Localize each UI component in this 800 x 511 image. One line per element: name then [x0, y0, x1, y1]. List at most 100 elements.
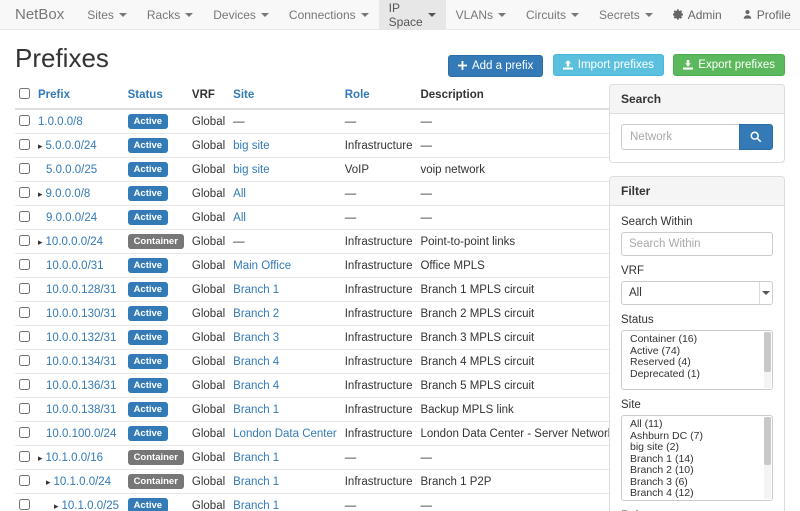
brand-logo[interactable]: NetBox — [0, 0, 77, 29]
row-select-cell — [15, 302, 34, 326]
row-checkbox[interactable] — [19, 259, 30, 270]
row-checkbox[interactable] — [19, 211, 30, 222]
row-checkbox[interactable] — [19, 379, 30, 390]
nav-item-circuits[interactable]: Circuits — [516, 0, 589, 29]
filter-option[interactable]: Branch 4 (12) — [622, 488, 772, 500]
prefix-link[interactable]: 10.0.0.138/31 — [46, 404, 116, 416]
site-link[interactable]: big site — [233, 140, 269, 152]
chevron-down-icon — [119, 13, 127, 17]
prefix-link[interactable]: 5.0.0.0/25 — [46, 164, 97, 176]
nav-item-vlans[interactable]: VLANs — [446, 0, 516, 29]
filter-option[interactable]: Reserved (4) — [622, 357, 772, 369]
row-checkbox[interactable] — [19, 283, 30, 294]
site-link[interactable]: Branch 1 — [233, 476, 279, 488]
filter-option[interactable]: Branch 5 (7) — [622, 500, 772, 502]
vrf-select[interactable]: All — [621, 281, 773, 305]
prefix-link[interactable]: 9.0.0.0/24 — [46, 212, 97, 224]
nav-item-connections[interactable]: Connections — [279, 0, 379, 29]
site-link[interactable]: Branch 2 — [233, 308, 279, 320]
site-link[interactable]: All — [233, 188, 246, 200]
sort-header-prefix[interactable]: Prefix — [38, 89, 70, 101]
row-checkbox[interactable] — [19, 427, 30, 438]
site-link[interactable]: Branch 1 — [233, 284, 279, 296]
add-prefix-button[interactable]: Add a prefix — [448, 55, 543, 77]
prefix-link[interactable]: 10.0.0.134/31 — [46, 356, 116, 368]
site-cell: Branch 1 — [229, 494, 341, 511]
site-link[interactable]: London Data Center — [233, 428, 337, 440]
filter-option[interactable]: Container (16) — [622, 334, 772, 346]
nav-item-ip-space[interactable]: IP Space — [379, 0, 446, 29]
site-cell: Branch 1 — [229, 470, 341, 494]
search-within-input[interactable] — [621, 232, 773, 256]
row-checkbox[interactable] — [19, 475, 30, 486]
row-checkbox[interactable] — [19, 115, 30, 126]
site-link[interactable]: Branch 1 — [233, 404, 279, 416]
prefix-link[interactable]: 10.0.0.0/24 — [46, 236, 104, 248]
admin-link[interactable]: Admin — [663, 0, 732, 29]
row-checkbox[interactable] — [19, 499, 30, 510]
row-checkbox[interactable] — [19, 235, 30, 246]
nav-item-racks[interactable]: Racks — [137, 0, 203, 29]
prefix-link[interactable]: 10.0.0.136/31 — [46, 380, 116, 392]
row-checkbox[interactable] — [19, 139, 30, 150]
import-icon — [563, 60, 573, 70]
nav-item-secrets[interactable]: Secrets — [589, 0, 663, 29]
prefix-link[interactable]: 10.0.100.0/24 — [46, 428, 116, 440]
row-checkbox[interactable] — [19, 451, 30, 462]
prefix-link[interactable]: 10.0.0.130/31 — [46, 308, 116, 320]
scrollbar[interactable] — [764, 332, 771, 388]
prefix-link[interactable]: 10.1.0.0/24 — [54, 476, 112, 488]
prefix-link[interactable]: 10.1.0.0/25 — [62, 500, 120, 511]
prefix-link[interactable]: 10.0.0.0/31 — [46, 260, 104, 272]
site-cell: Branch 1 — [229, 398, 341, 422]
status-badge: Active — [128, 210, 169, 225]
site-link[interactable]: Branch 4 — [233, 356, 279, 368]
search-button[interactable] — [739, 124, 773, 150]
chevron-down-icon — [361, 13, 369, 17]
filter-option[interactable]: Branch 2 (10) — [622, 465, 772, 477]
table-row: 10.0.0.136/31ActiveGlobalBranch 4Infrast… — [15, 374, 618, 398]
row-select-cell — [15, 494, 34, 511]
site-link[interactable]: All — [233, 212, 246, 224]
site-link[interactable]: Branch 3 — [233, 332, 279, 344]
search-input[interactable] — [621, 124, 739, 150]
prefix-link[interactable]: 10.0.0.132/31 — [46, 332, 116, 344]
vrf-cell: Global — [188, 326, 229, 350]
site-link[interactable]: Branch 1 — [233, 500, 279, 511]
site-link[interactable]: Main Office — [233, 260, 291, 272]
prefix-link[interactable]: 9.0.0.0/8 — [46, 188, 91, 200]
export-prefixes-button[interactable]: Export prefixes — [673, 54, 785, 76]
scrollbar[interactable] — [764, 417, 771, 499]
row-checkbox[interactable] — [19, 331, 30, 342]
site-filter-list[interactable]: All (11)Ashburn DC (7)big site (2)Branch… — [621, 415, 773, 501]
site-cell: London Data Center — [229, 422, 341, 446]
vrf-cell: Global — [188, 446, 229, 470]
filter-option[interactable]: All (11) — [622, 419, 772, 431]
site-link[interactable]: Branch 4 — [233, 380, 279, 392]
status-cell: Active — [124, 398, 188, 422]
filter-option[interactable]: Deprecated (1) — [622, 369, 772, 381]
select-all-checkbox[interactable] — [19, 88, 30, 99]
import-prefixes-button[interactable]: Import prefixes — [553, 54, 664, 76]
status-cell: Active — [124, 254, 188, 278]
filter-option[interactable]: big site (2) — [622, 442, 772, 454]
status-filter-list[interactable]: Container (16)Active (74)Reserved (4)Dep… — [621, 330, 773, 390]
site-cell: Branch 4 — [229, 350, 341, 374]
prefix-link[interactable]: 1.0.0.0/8 — [38, 116, 83, 128]
nav-item-sites[interactable]: Sites — [77, 0, 137, 29]
row-checkbox[interactable] — [19, 187, 30, 198]
row-checkbox[interactable] — [19, 355, 30, 366]
profile-link[interactable]: Profile — [732, 0, 800, 29]
row-checkbox[interactable] — [19, 163, 30, 174]
prefix-link[interactable]: 5.0.0.0/24 — [46, 140, 97, 152]
nav-item-devices[interactable]: Devices — [203, 0, 279, 29]
site-link[interactable]: Branch 1 — [233, 452, 279, 464]
site-link[interactable]: big site — [233, 164, 269, 176]
row-checkbox[interactable] — [19, 403, 30, 414]
sort-header-site[interactable]: Site — [233, 89, 254, 101]
prefix-link[interactable]: 10.0.0.128/31 — [46, 284, 116, 296]
row-checkbox[interactable] — [19, 307, 30, 318]
prefix-link[interactable]: 10.1.0.0/16 — [46, 452, 104, 464]
sort-header-status[interactable]: Status — [128, 89, 163, 101]
sort-header-role[interactable]: Role — [345, 89, 370, 101]
